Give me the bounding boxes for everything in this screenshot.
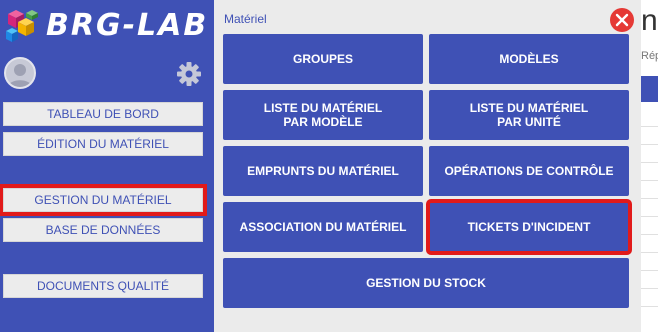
sidebar-item-documents-qualite[interactable]: DOCUMENTS QUALITÉ bbox=[3, 274, 203, 298]
tile-liste-par-unite[interactable]: LISTE DU MATÉRIEL PAR UNITÉ bbox=[429, 90, 629, 140]
table-row-divider bbox=[641, 288, 658, 289]
close-icon[interactable] bbox=[610, 8, 634, 32]
sidebar: BRG-LAB TABLEAU DE BORD ÉDITION DU MATÉR… bbox=[0, 0, 214, 332]
background-page: n Rép bbox=[641, 0, 658, 332]
tile-gestion-du-stock[interactable]: GESTION DU STOCK bbox=[223, 258, 629, 308]
tile-association[interactable]: ASSOCIATION DU MATÉRIEL bbox=[223, 202, 423, 252]
table-row-divider bbox=[641, 306, 658, 307]
gear-icon[interactable] bbox=[176, 61, 202, 87]
table-row-divider bbox=[641, 270, 658, 271]
sidebar-item-gestion-du-materiel[interactable]: GESTION DU MATÉRIEL bbox=[0, 184, 207, 216]
table-row-divider bbox=[641, 162, 658, 163]
tile-operations-de-controle[interactable]: OPÉRATIONS DE CONTRÔLE bbox=[429, 146, 629, 196]
table-row-divider bbox=[641, 198, 658, 199]
tile-modeles[interactable]: MODÈLES bbox=[429, 34, 629, 84]
table-row-divider bbox=[641, 180, 658, 181]
sidebar-item-edition-du-materiel[interactable]: ÉDITION DU MATÉRIEL bbox=[3, 132, 203, 156]
table-row-divider bbox=[641, 252, 658, 253]
tile-groupes[interactable]: GROUPES bbox=[223, 34, 423, 84]
tile-emprunts[interactable]: EMPRUNTS DU MATÉRIEL bbox=[223, 146, 423, 196]
table-row-divider bbox=[641, 144, 658, 145]
table-row-divider bbox=[641, 234, 658, 235]
panel-title: Matériel bbox=[224, 12, 267, 26]
sidebar-item-base-de-donnees[interactable]: BASE DE DONNÉES bbox=[3, 218, 203, 242]
sidebar-item-tableau-de-bord[interactable]: TABLEAU DE BORD bbox=[3, 102, 203, 126]
tile-tickets-d-incident[interactable]: TICKETS D'INCIDENT bbox=[426, 199, 632, 255]
table-row-divider bbox=[641, 126, 658, 127]
brand-name: BRG-LAB bbox=[46, 8, 209, 43]
materiel-panel: Matériel GROUPES MODÈLES LISTE DU MATÉRI… bbox=[214, 0, 641, 332]
user-avatar-icon[interactable] bbox=[4, 57, 36, 89]
brand-logo[interactable]: BRG-LAB bbox=[4, 6, 208, 46]
background-subtitle: Rép bbox=[641, 50, 658, 62]
background-table-header bbox=[641, 76, 658, 102]
cubes-logo-icon bbox=[4, 8, 40, 44]
background-title: n bbox=[641, 4, 658, 37]
tile-liste-par-modele[interactable]: LISTE DU MATÉRIEL PAR MODÈLE bbox=[223, 90, 423, 140]
table-row-divider bbox=[641, 216, 658, 217]
